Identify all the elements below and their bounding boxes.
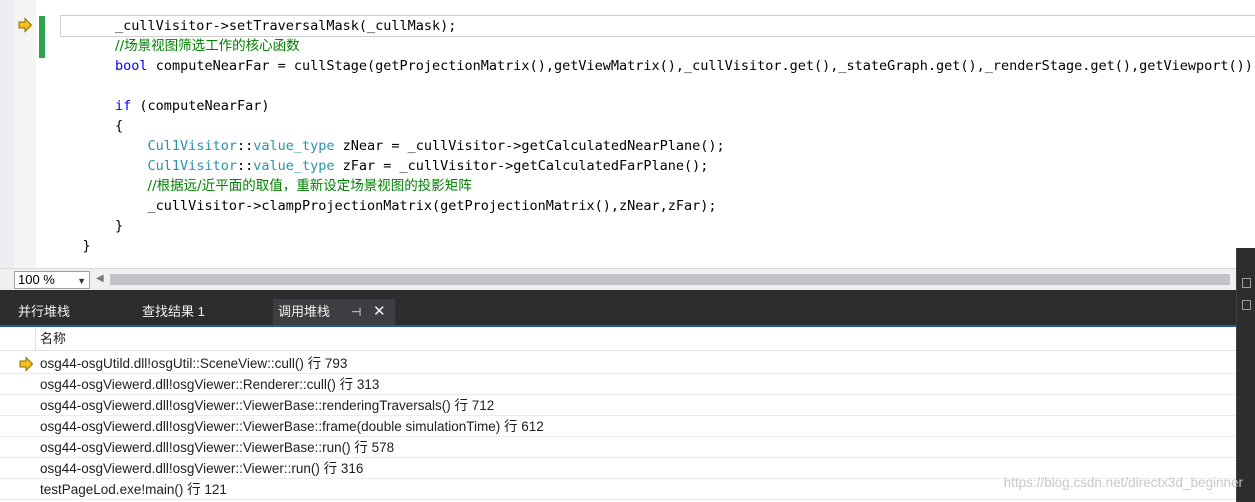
close-icon[interactable]: ✕ (373, 299, 386, 325)
zoom-level: 100 % (18, 272, 55, 287)
panel-splitter[interactable] (0, 290, 1236, 299)
type-name: value_type (253, 138, 335, 154)
call-stack-row[interactable]: osg44-osgUtild.dll!osgUtil::SceneView::c… (0, 353, 1236, 374)
zoom-dropdown[interactable]: 100 % ▼ (14, 271, 90, 289)
tab-label: 查找结果 1 (142, 304, 205, 319)
code-line[interactable]: _cullVisitor->setTraversalMask(_cullMask… (50, 16, 1255, 36)
code-editor[interactable]: _cullVisitor->setTraversalMask(_cullMask… (0, 0, 1255, 268)
code-text: } (82, 238, 91, 254)
code-comment: //场景视图筛选工作的核心函数 (115, 38, 300, 54)
code-line[interactable] (50, 76, 1255, 96)
row-gutter (0, 395, 36, 416)
tab-call-stack[interactable]: 调用堆栈 ⊣ ✕ (273, 299, 395, 325)
row-gutter (0, 374, 36, 395)
column-header-row: 名称 (0, 327, 1236, 351)
code-line[interactable]: _cullVisitor->clampProjectionMatrix(getP… (50, 196, 1255, 216)
row-gutter (0, 479, 36, 500)
call-stack-row[interactable]: osg44-osgViewerd.dll!osgViewer::ViewerBa… (0, 437, 1236, 458)
code-line[interactable]: Cul1Visitor::value_type zFar = _cullVisi… (50, 156, 1255, 176)
editor-gutter (0, 0, 14, 268)
type-name: Cul1Visitor (147, 138, 237, 154)
column-header-name[interactable]: 名称 (40, 327, 66, 351)
code-line[interactable]: Cul1Visitor::value_type zNear = _cullVis… (50, 136, 1255, 156)
tab-find-results[interactable]: 查找结果 1 (142, 299, 205, 325)
keyword-if: if (115, 98, 132, 114)
code-line[interactable]: bool computeNearFar = cullStage(getProje… (50, 56, 1255, 76)
tab-label: 并行堆栈 (18, 304, 71, 319)
code-line[interactable]: { (50, 116, 1255, 136)
tool-window-tabs: 并行堆栈 查找结果 1 调用堆栈 ⊣ ✕ (0, 299, 1236, 325)
side-tool-strip (1236, 248, 1255, 502)
frame-name: osg44-osgUtild.dll!osgUtil::SceneView::c… (40, 356, 348, 371)
frame-name: osg44-osgViewerd.dll!osgViewer::ViewerBa… (40, 398, 495, 413)
current-frame-arrow-icon (19, 356, 34, 372)
watermark: https://blog.csdn.net/directx3d_beginner (1003, 475, 1243, 490)
code-text: { (115, 118, 124, 134)
frame-name: osg44-osgViewerd.dll!osgViewer::Renderer… (40, 377, 380, 392)
tab-label: 调用堆栈 (278, 304, 331, 319)
code-line[interactable]: //场景视图筛选工作的核心函数 (50, 36, 1255, 56)
tab-parallel-stacks[interactable]: 并行堆栈 (18, 299, 70, 325)
row-gutter (0, 416, 36, 437)
change-tracking-bar (39, 16, 45, 58)
side-tool-slot[interactable] (1242, 300, 1251, 310)
frame-name: testPageLod.exe!main() 行 121 (40, 482, 227, 497)
code-line[interactable]: //根据远/近平面的取值，重新设定场景视图的投影矩阵 (50, 176, 1255, 196)
code-line[interactable]: if (computeNearFar) (50, 96, 1255, 116)
scope-operator: :: (236, 138, 254, 154)
side-tool-slot[interactable] (1242, 278, 1251, 288)
call-stack-row[interactable]: osg44-osgViewerd.dll!osgViewer::ViewerBa… (0, 395, 1236, 416)
keyword-bool: bool (115, 58, 148, 74)
code-comment: //根据远/近平面的取值，重新设定场景视图的投影矩阵 (147, 178, 472, 194)
code-area[interactable]: _cullVisitor->setTraversalMask(_cullMask… (50, 16, 1255, 256)
type-name: value_type (253, 158, 335, 174)
scroll-left-icon[interactable]: ◀ (96, 273, 104, 284)
code-text: computeNearFar = cullStage(getProjection… (155, 58, 1255, 74)
call-stack-row[interactable]: osg44-osgViewerd.dll!osgViewer::ViewerBa… (0, 416, 1236, 437)
chevron-down-icon[interactable]: ▼ (77, 273, 86, 289)
editor-status-strip: 100 % ▼ ◀ (0, 268, 1236, 290)
header-gutter (0, 327, 36, 351)
breakpoint-margin[interactable] (14, 0, 36, 268)
type-name: Cul1Visitor (147, 158, 237, 174)
code-line[interactable]: } (50, 236, 1255, 256)
code-line[interactable]: } (50, 216, 1255, 236)
horizontal-scrollbar-thumb[interactable] (110, 274, 1230, 285)
frame-name: osg44-osgViewerd.dll!osgViewer::ViewerBa… (40, 419, 544, 434)
row-gutter (0, 458, 36, 479)
code-text: _cullVisitor->setTraversalMask(_cullMask… (115, 18, 457, 34)
pin-icon[interactable]: ⊣ (351, 299, 361, 325)
scope-operator: :: (236, 158, 254, 174)
call-stack-row[interactable]: osg44-osgViewerd.dll!osgViewer::Renderer… (0, 374, 1236, 395)
current-statement-arrow-icon (18, 17, 33, 33)
code-text: } (115, 218, 124, 234)
frame-name: osg44-osgViewerd.dll!osgViewer::ViewerBa… (40, 440, 395, 455)
code-text: _cullVisitor->clampProjectionMatrix(getP… (147, 198, 717, 214)
frame-name: osg44-osgViewerd.dll!osgViewer::Viewer::… (40, 461, 364, 476)
row-gutter (0, 437, 36, 458)
